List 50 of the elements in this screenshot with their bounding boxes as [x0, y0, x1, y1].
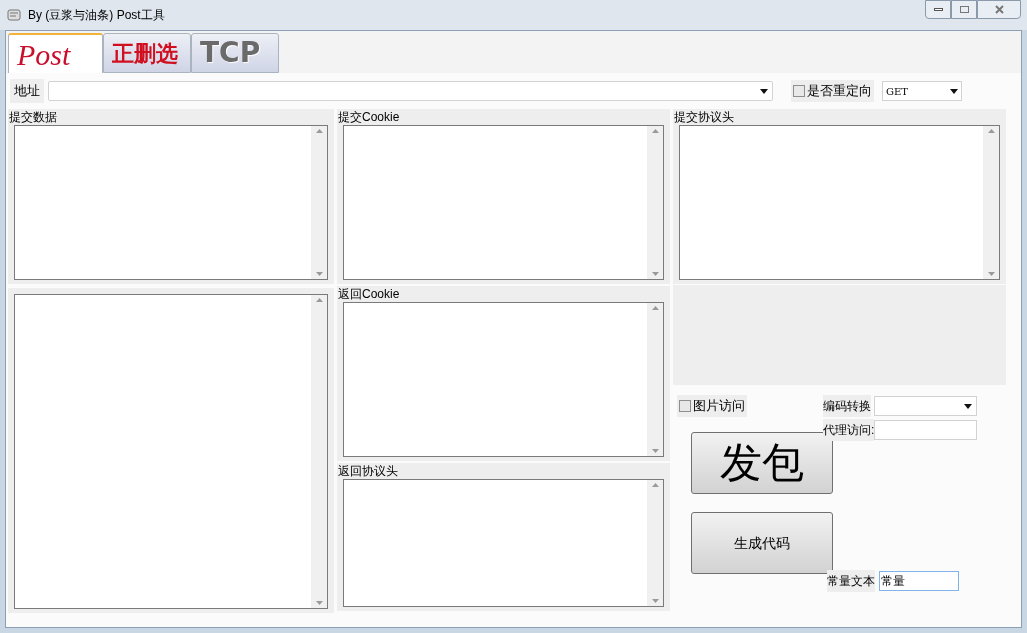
minimize-button[interactable]: [925, 0, 951, 19]
generate-code-button[interactable]: 生成代码: [691, 512, 833, 574]
close-icon: [994, 5, 1004, 14]
tab[interactable]: 正删选: [103, 33, 191, 73]
close-button[interactable]: [977, 0, 1021, 19]
checkbox-label[interactable]: 是否重定向: [791, 80, 874, 102]
scroll-up-icon[interactable]: [651, 129, 659, 133]
app-icon: [6, 7, 22, 23]
tab[interactable]: Post: [8, 33, 103, 73]
scrollbar[interactable]: [647, 303, 663, 456]
encoding-label: 编码转换: [823, 395, 871, 417]
scroll-down-icon[interactable]: [651, 272, 659, 276]
window-title: By (豆浆与油条) Post工具: [28, 7, 165, 24]
scroll-down-icon[interactable]: [651, 449, 659, 453]
dropdown-caret-icon: [760, 88, 768, 94]
method-dropdown[interactable]: GET: [882, 81, 962, 101]
dropdown-caret-icon: [964, 403, 972, 409]
scrollbar[interactable]: [647, 480, 663, 606]
scrollbar[interactable]: [983, 126, 999, 279]
checkbox-label[interactable]: 图片访问: [677, 395, 747, 417]
scroll-up-icon[interactable]: [315, 129, 323, 133]
scrollbar[interactable]: [647, 126, 663, 279]
group-label: 提交数据: [8, 109, 58, 125]
proxy-field[interactable]: [874, 420, 978, 440]
dropdown-caret-icon: [950, 88, 958, 94]
group-label: 返回协议头: [337, 463, 399, 479]
scroll-down-icon[interactable]: [315, 272, 323, 276]
address-label: 地址: [10, 79, 44, 103]
scroll-up-icon[interactable]: [651, 483, 659, 487]
address-field[interactable]: [48, 81, 773, 101]
constant-field[interactable]: 常量: [879, 571, 959, 591]
scroll-down-icon[interactable]: [315, 601, 323, 605]
maximize-button[interactable]: [951, 0, 977, 19]
group-label: 返回Cookie: [337, 286, 401, 302]
scrollbar[interactable]: [311, 126, 327, 279]
tab[interactable]: TCP: [191, 33, 279, 73]
scroll-up-icon[interactable]: [987, 129, 995, 133]
checkbox[interactable]: [793, 85, 805, 97]
proxy-label: 代理访问:: [823, 419, 875, 441]
scrollbar[interactable]: [311, 295, 327, 608]
scroll-up-icon[interactable]: [651, 306, 659, 310]
text-area[interactable]: [343, 479, 664, 607]
scroll-up-icon[interactable]: [315, 298, 323, 302]
constant-label: 常量文本: [827, 570, 875, 592]
checkbox[interactable]: [679, 400, 691, 412]
encoding-dropdown[interactable]: [874, 396, 977, 416]
scroll-down-icon[interactable]: [651, 599, 659, 603]
group-label: 提交协议头: [673, 109, 735, 125]
group-label: 提交Cookie: [337, 109, 401, 125]
scroll-down-icon[interactable]: [987, 272, 995, 276]
